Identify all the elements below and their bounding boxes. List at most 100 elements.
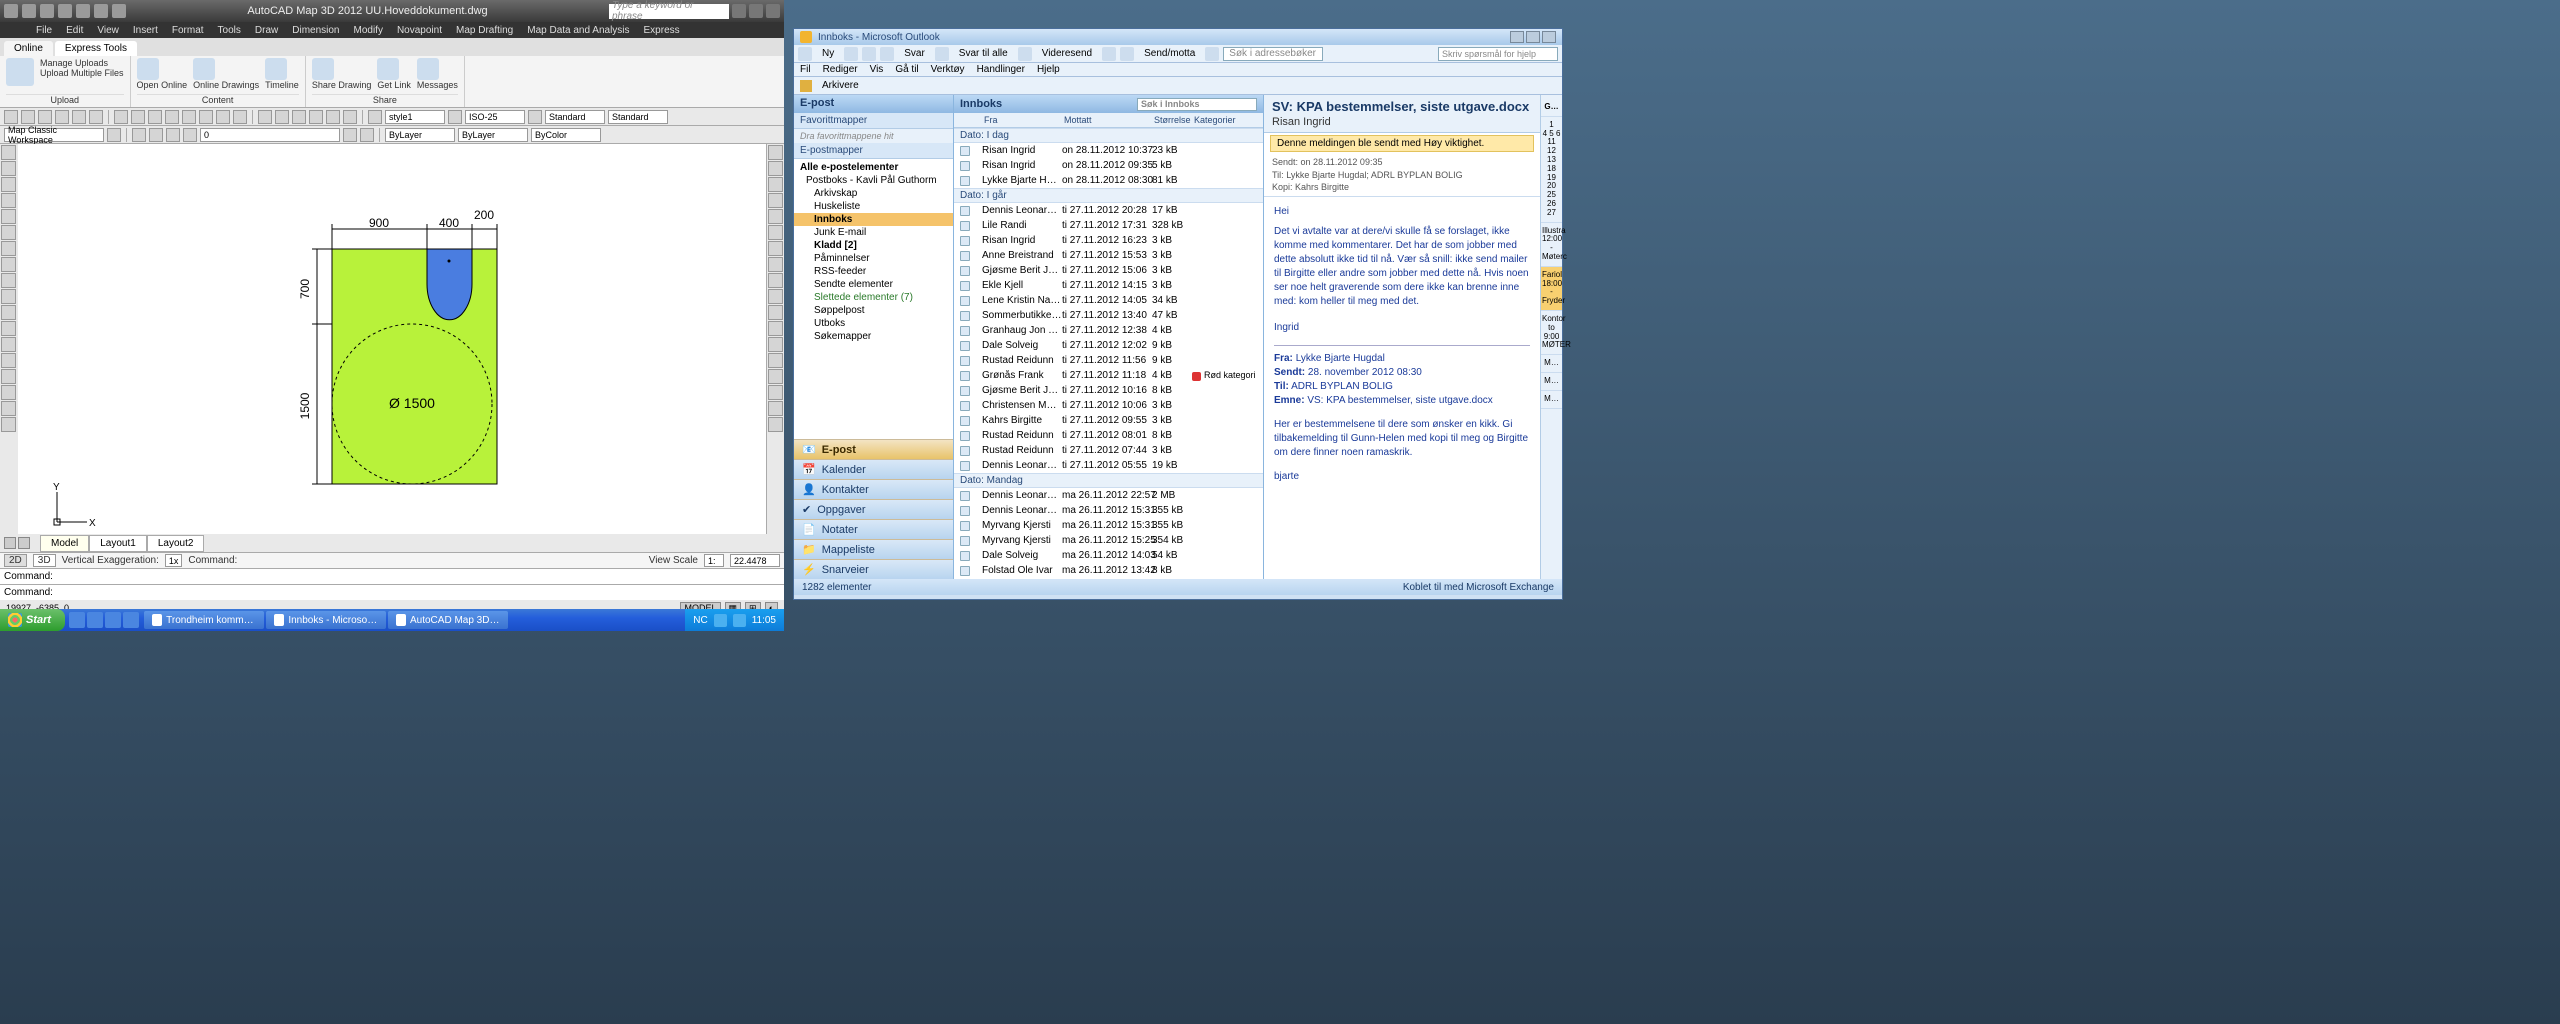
ql-icon[interactable] (87, 612, 103, 628)
col-size[interactable]: Størrelse (1154, 115, 1194, 125)
tool-icon[interactable] (1, 369, 16, 384)
message-row[interactable]: Rustad Reidunnti 27.11.2012 07:443 kB (954, 443, 1263, 458)
tool-icon[interactable] (182, 110, 196, 124)
outlook-menubar[interactable]: Fil Rediger Vis Gå til Verktøy Handlinge… (794, 63, 1562, 77)
tool-icon[interactable] (21, 110, 35, 124)
quick-access-toolbar[interactable] (4, 4, 126, 18)
menu-view[interactable]: View (91, 25, 125, 36)
qat-icon[interactable] (22, 4, 36, 18)
tool-icon[interactable] (768, 193, 783, 208)
tool-icon[interactable] (72, 110, 86, 124)
manage-uploads[interactable]: Manage Uploads (40, 58, 124, 68)
menu-file[interactable]: File (30, 25, 58, 36)
minimize-icon[interactable] (732, 4, 746, 18)
tool-icon[interactable] (1, 241, 16, 256)
navbtn-mappeliste[interactable]: 📁 Mappeliste (794, 539, 953, 559)
tree-root[interactable]: Alle e-postelementer (794, 161, 953, 174)
tree-folder[interactable]: Søppelpost (794, 304, 953, 317)
qat-icon[interactable] (58, 4, 72, 18)
autocad-titlebar[interactable]: AutoCAD Map 3D 2012 UU.Hoveddokument.dwg… (0, 0, 784, 22)
view-controls[interactable]: 2D 3D Vertical Exaggeration: 1x Command:… (0, 552, 784, 568)
right-toolbar[interactable] (766, 144, 784, 534)
bycolor-dropdown[interactable]: ByColor (531, 128, 601, 142)
menu-mapdrafting[interactable]: Map Drafting (450, 25, 519, 36)
tool-icon[interactable] (275, 110, 289, 124)
forward-button[interactable]: Videresend (1036, 47, 1098, 61)
tool-icon[interactable] (1, 337, 16, 352)
navbtn-snarveier[interactable]: ⚡ Snarveier (794, 559, 953, 579)
ql-icon[interactable] (105, 612, 121, 628)
viewscale-b[interactable]: 22.4478 (730, 554, 780, 567)
tool-icon[interactable] (768, 177, 783, 192)
tool-icon[interactable] (768, 369, 783, 384)
addressbook-icon[interactable] (1205, 47, 1219, 61)
tray-icon[interactable] (714, 614, 727, 627)
forward-icon[interactable] (1018, 47, 1032, 61)
menu-gatil[interactable]: Gå til (895, 64, 918, 75)
timeline-icon[interactable] (265, 58, 287, 80)
sendreceive-icon[interactable] (1120, 47, 1134, 61)
command-line[interactable]: Command: (0, 584, 784, 600)
navbtn-notater[interactable]: 📄 Notater (794, 519, 953, 539)
upload-icon[interactable] (6, 58, 34, 86)
todo-item[interactable]: Illustra 12:00 - Møterc (1541, 223, 1562, 267)
col-date[interactable]: Mottatt (1064, 115, 1154, 125)
btn-3d[interactable]: 3D (33, 554, 56, 567)
tool-icon[interactable] (258, 110, 272, 124)
tool-icon[interactable] (768, 289, 783, 304)
tree-folder[interactable]: RSS-feeder (794, 265, 953, 278)
message-row[interactable]: Christensen Maria …ti 27.11.2012 10:063 … (954, 398, 1263, 413)
qat-icon[interactable] (76, 4, 90, 18)
tool-icon[interactable] (528, 110, 542, 124)
tool-icon[interactable] (149, 128, 163, 142)
tab-nav-icon[interactable] (18, 537, 30, 549)
btn-2d[interactable]: 2D (4, 554, 27, 567)
tool-icon[interactable] (768, 225, 783, 240)
message-row[interactable]: Grønås Frankti 27.11.2012 11:184 kBRød k… (954, 368, 1263, 383)
delete-icon[interactable] (862, 47, 876, 61)
tool-icon[interactable] (216, 110, 230, 124)
tool-icon[interactable] (183, 128, 197, 142)
tree-folder[interactable]: Påminnelser (794, 252, 953, 265)
tool-icon[interactable] (132, 128, 146, 142)
message-row[interactable]: Ekle Kjellti 27.11.2012 14:153 kB (954, 278, 1263, 293)
tab-online[interactable]: Online (4, 41, 53, 56)
message-row[interactable]: Sommerbutikken.noti 27.11.2012 13:4047 k… (954, 308, 1263, 323)
print-icon[interactable] (844, 47, 858, 61)
keyword-search[interactable]: Type a keyword or phrase (609, 4, 729, 19)
message-row[interactable]: Dale Solveigti 27.11.2012 12:029 kB (954, 338, 1263, 353)
tool-icon[interactable] (768, 417, 783, 432)
tool-icon[interactable] (768, 321, 783, 336)
message-row[interactable]: Rustad Reidunnti 27.11.2012 08:018 kB (954, 428, 1263, 443)
messages[interactable]: Messages (417, 80, 458, 90)
tool-icon[interactable] (1, 257, 16, 272)
message-row[interactable]: Rustad Reidunnti 27.11.2012 11:569 kB (954, 353, 1263, 368)
message-row[interactable]: Kahrs Birgitteti 27.11.2012 09:553 kB (954, 413, 1263, 428)
task-item[interactable]: Trondheim kommune … (144, 611, 264, 629)
menu-modify[interactable]: Modify (348, 25, 389, 36)
navbtn-oppgaver[interactable]: ✔ Oppgaver (794, 499, 953, 519)
new-icon[interactable] (798, 47, 812, 61)
maximize-icon[interactable] (1526, 31, 1540, 43)
system-tray[interactable]: NC 11:05 (685, 609, 784, 631)
menu-vis[interactable]: Vis (870, 64, 884, 75)
tool-icon[interactable] (768, 273, 783, 288)
menu-insert[interactable]: Insert (127, 25, 164, 36)
standard-dropdown[interactable]: Standard (608, 110, 668, 124)
tool-icon[interactable] (38, 110, 52, 124)
col-cat[interactable]: Kategorier (1194, 115, 1263, 125)
todo-item[interactable]: M… (1541, 355, 1562, 373)
tool-icon[interactable] (768, 257, 783, 272)
tool-icon[interactable] (1, 385, 16, 400)
tab-layout1[interactable]: Layout1 (89, 535, 147, 552)
viewscale-a[interactable]: 1: (704, 554, 724, 567)
tool-icon[interactable] (1, 193, 16, 208)
tool-icon[interactable] (1, 353, 16, 368)
tool-icon[interactable] (292, 110, 306, 124)
tool-icon[interactable] (233, 110, 247, 124)
tray-icon[interactable] (733, 614, 746, 627)
online-drawings-icon[interactable] (193, 58, 215, 80)
tool-icon[interactable] (768, 305, 783, 320)
date-group[interactable]: Dato: Mandag (954, 473, 1263, 488)
tree-folder[interactable]: Søkemapper (794, 330, 953, 343)
